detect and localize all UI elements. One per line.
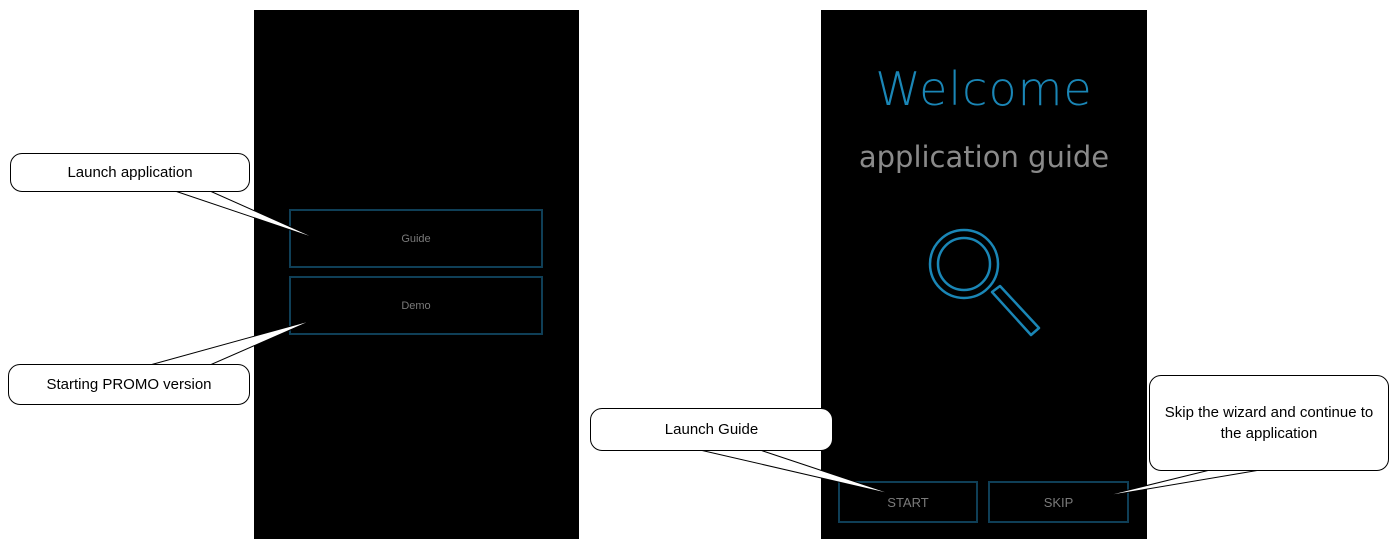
callout-launch-application: Launch application — [10, 153, 250, 192]
callout-launch-guide: Launch Guide — [590, 408, 833, 451]
callout-starting-promo: Starting PROMO version — [8, 364, 250, 405]
guide-button[interactable]: Guide — [289, 209, 543, 268]
start-button[interactable]: START — [838, 481, 978, 523]
welcome-title: Welcome — [875, 62, 1093, 116]
skip-button[interactable]: SKIP — [988, 481, 1129, 523]
search-icon — [915, 225, 1055, 350]
demo-button[interactable]: Demo — [289, 276, 543, 335]
welcome-subtitle: application guide — [858, 140, 1110, 174]
callout-skip-wizard: Skip the wizard and continue to the appl… — [1149, 375, 1389, 471]
left-phone-screen — [254, 10, 579, 539]
